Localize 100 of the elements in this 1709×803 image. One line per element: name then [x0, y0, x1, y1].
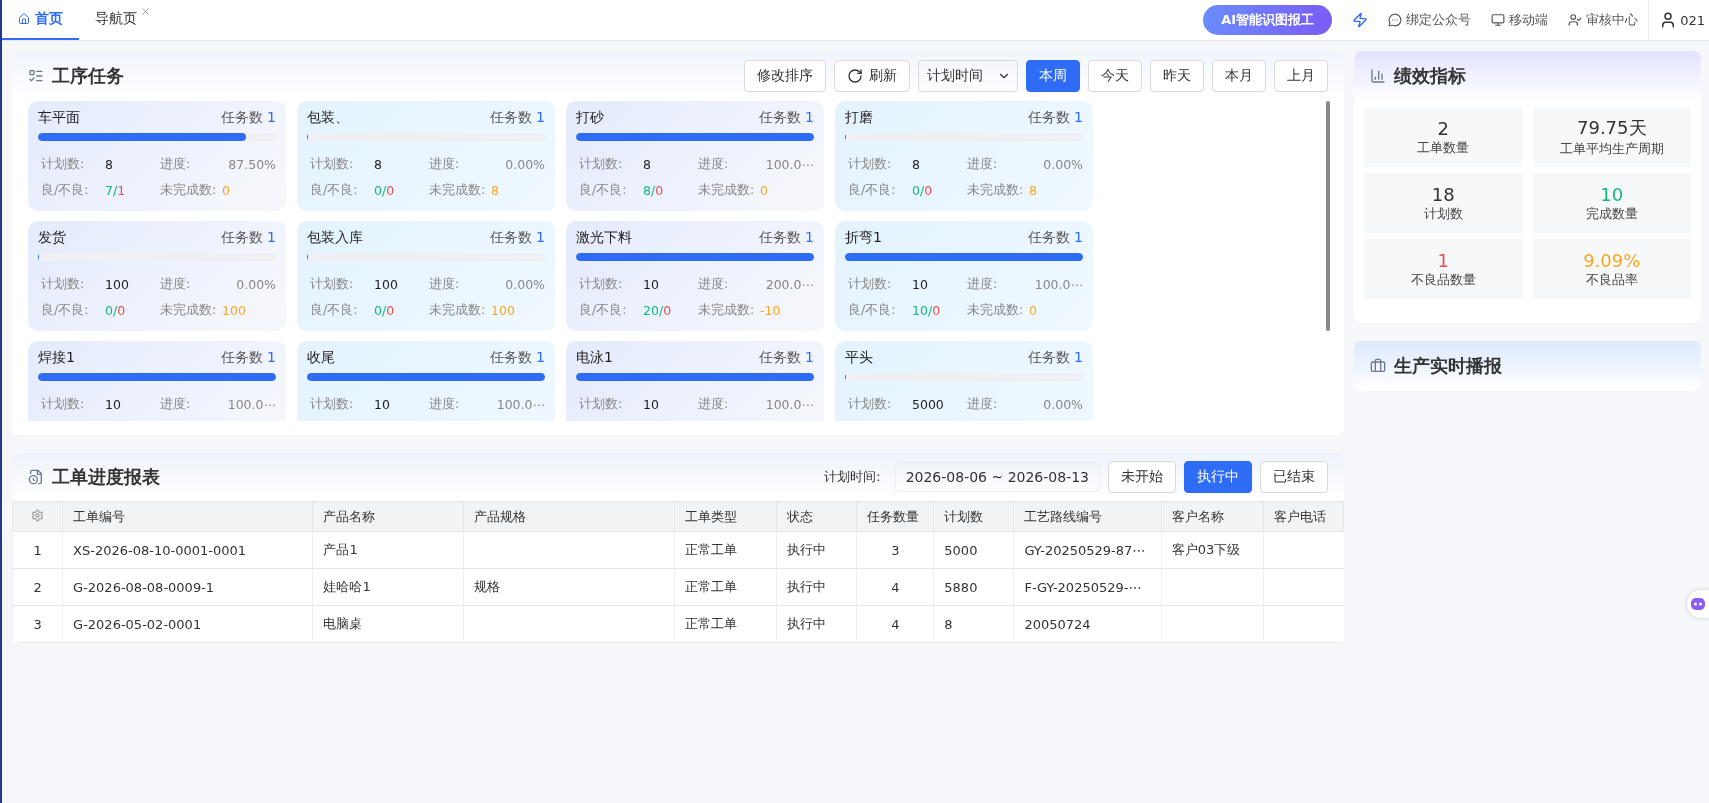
table-cell: 3	[856, 531, 934, 569]
stat-label: 进度:	[967, 275, 999, 293]
status-filter-button[interactable]: 未开始	[1108, 461, 1176, 493]
stat-label: 进度:	[160, 155, 192, 173]
stat-label: 未完成数:	[698, 181, 756, 199]
refresh-button[interactable]: 刷新	[834, 60, 910, 92]
stat-value: 100	[105, 276, 130, 292]
metric-label: 不良品数量	[1410, 270, 1476, 289]
list-icon	[28, 68, 44, 84]
good-bad-value: 8/0	[643, 182, 665, 198]
metric-value: 79.75天	[1577, 116, 1647, 140]
stat-value: 8	[1029, 182, 1038, 198]
table-cell: 3	[12, 605, 63, 643]
header-link[interactable]: 审核中心	[1558, 0, 1649, 40]
close-icon[interactable]	[140, 6, 151, 17]
stat-value: 10	[374, 396, 391, 412]
task-count: 任务数 1	[758, 109, 814, 127]
table-cell: 正常工单	[674, 568, 777, 606]
column-header: 产品名称	[312, 501, 464, 532]
range-button[interactable]: 本周	[1026, 60, 1080, 92]
good-bad-value: 0/0	[374, 182, 396, 198]
stat-value: 10	[643, 396, 660, 412]
range-button[interactable]: 昨天	[1150, 60, 1204, 92]
task-count: 任务数 1	[489, 229, 545, 247]
briefcase-icon	[1370, 358, 1386, 374]
stat-value: 10	[105, 396, 122, 412]
page-tab[interactable]: 导航页	[79, 0, 153, 40]
table-cell: 执行中	[776, 605, 857, 643]
settings-icon[interactable]	[31, 508, 45, 522]
date-range-field[interactable]: 2026-08-06 ~ 2026-08-13	[894, 462, 1100, 492]
metric-label: 工单平均生产周期	[1559, 140, 1664, 158]
process-name: 发货	[38, 229, 66, 247]
user-menu[interactable]: 021	[1648, 0, 1709, 40]
column-header: 任务数量	[856, 501, 934, 532]
good-bad-value: 0/0	[912, 182, 934, 198]
stat-label: 良/不良:	[848, 181, 897, 199]
ai-recognition-button[interactable]: AI智能识图报工	[1203, 5, 1333, 35]
stat-value: 8	[491, 182, 500, 198]
table-cell: GY-20250529-87⋯	[1013, 531, 1162, 569]
lightning-icon[interactable]	[1352, 12, 1369, 28]
process-name: 折弯1	[845, 229, 882, 247]
scrollbar[interactable]	[1326, 101, 1330, 331]
stat-label: 未完成数:	[967, 301, 1025, 319]
stat-label: 计划数:	[41, 275, 86, 293]
header-link[interactable]: 移动端	[1481, 0, 1559, 40]
bar-chart-icon	[1370, 68, 1386, 84]
table-cell: 正常工单	[674, 531, 777, 569]
stat-value: 0	[760, 182, 769, 198]
good-bad-value: 0/0	[374, 302, 396, 318]
stat-label: 进度:	[698, 155, 730, 173]
stat-label: 进度:	[698, 395, 730, 413]
stat-label: 计划数:	[310, 395, 355, 413]
stat-label: 良/不良:	[41, 301, 90, 319]
stat-value: 100.0⋯	[1033, 276, 1083, 292]
stat-value: 8	[374, 156, 383, 172]
metric-label: 工单数量	[1417, 138, 1470, 157]
stat-value: 8	[912, 156, 921, 172]
sort-button[interactable]: 修改排序	[744, 60, 826, 92]
stat-label: 未完成数:	[429, 301, 487, 319]
task-count: 任务数 1	[489, 349, 545, 367]
stat-label: 进度:	[698, 275, 730, 293]
task-count: 任务数 1	[1027, 349, 1083, 367]
stat-value: 0.00%	[504, 156, 545, 172]
stat-label: 良/不良:	[310, 181, 359, 199]
stat-value: 8	[643, 156, 652, 172]
stat-label: 进度:	[160, 395, 192, 413]
metric-value: 18	[1431, 183, 1455, 205]
range-button[interactable]: 上月	[1274, 60, 1328, 92]
status-filter-button[interactable]: 已结束	[1260, 461, 1328, 493]
panel-title: 工单进度报表	[52, 465, 160, 489]
status-filter-button[interactable]: 执行中	[1184, 461, 1252, 493]
table-cell: G-2026-05-02-0001	[62, 605, 313, 643]
header-link[interactable]: 绑定公众号	[1378, 0, 1482, 40]
table-cell: 执行中	[776, 568, 857, 606]
task-count: 任务数 1	[758, 349, 814, 367]
process-name: 激光下料	[576, 229, 632, 247]
time-select[interactable]: 计划时间	[918, 60, 1018, 92]
column-header: 计划数	[933, 501, 1014, 532]
metric-label: 不良品率	[1585, 270, 1638, 289]
assistant-bubble[interactable]	[1687, 590, 1709, 618]
metric-value: 1	[1437, 249, 1449, 271]
stat-label: 计划数:	[41, 395, 86, 413]
stat-label: 良/不良:	[310, 301, 359, 319]
column-header: 工艺路线编号	[1013, 501, 1162, 532]
panel-title: 工序任务	[52, 64, 124, 88]
stat-label: 计划数:	[848, 155, 893, 173]
process-name: 平头	[845, 349, 873, 367]
stat-label: 进度:	[429, 395, 461, 413]
table-cell: 客户03下级	[1161, 531, 1264, 569]
range-button[interactable]: 本月	[1212, 60, 1266, 92]
range-button[interactable]: 今天	[1088, 60, 1142, 92]
process-name: 包装、	[307, 109, 349, 127]
column-header: 工单类型	[674, 501, 777, 532]
panel-title: 绩效指标	[1394, 64, 1466, 88]
stat-label: 计划数:	[310, 275, 355, 293]
process-name: 包装入库	[307, 229, 363, 247]
page-tab[interactable]: 首页	[2, 0, 79, 40]
metric-label: 计划数	[1423, 204, 1463, 223]
refresh-icon	[847, 68, 863, 84]
process-name: 打磨	[845, 109, 873, 127]
